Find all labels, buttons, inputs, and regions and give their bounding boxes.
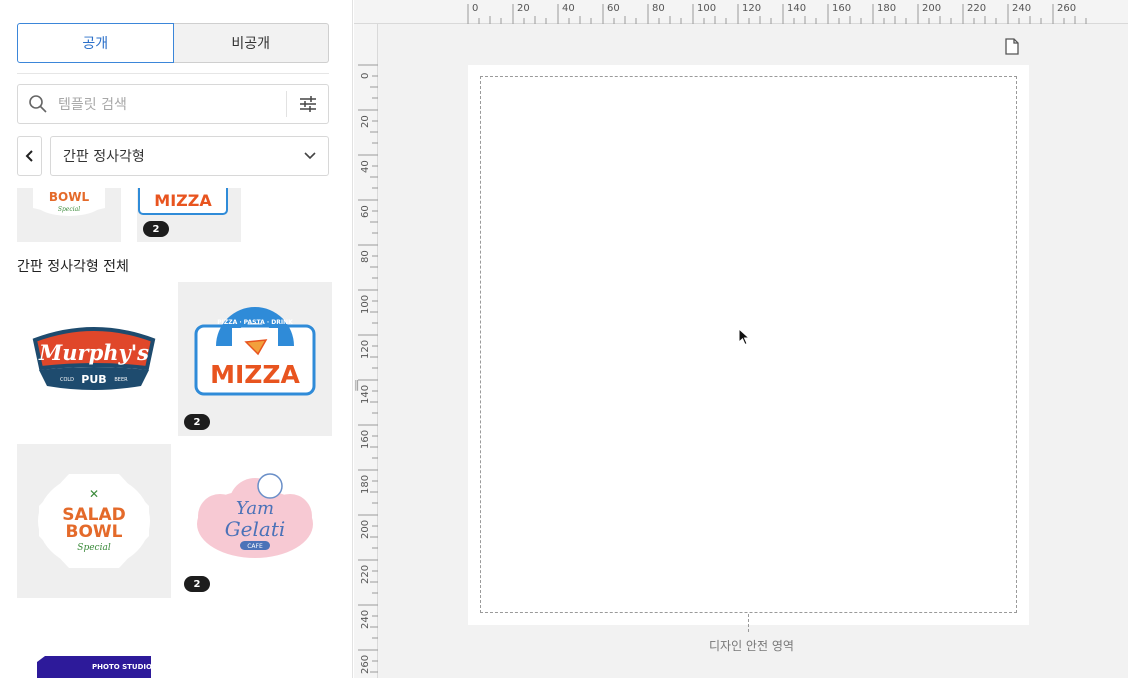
visibility-toggle: 공개 비공개 <box>17 23 329 63</box>
template-thumbnail[interactable]: Yam Gelati CAFE 2 <box>178 444 332 598</box>
ruler-tick-label: 20 <box>517 3 530 14</box>
ruler-tick-label: 260 <box>360 654 371 674</box>
mouse-cursor-icon <box>738 327 751 350</box>
ruler-tick-label: 220 <box>360 564 371 584</box>
safe-area-label: 디자인 안전 영역 <box>709 639 794 653</box>
template-panel: 공개 비공개 템플릿 검색 간판 정사각형 BOWL Special MIZZA… <box>0 0 353 678</box>
chevron-down-icon <box>304 152 316 160</box>
logo-text: COLD <box>60 377 74 383</box>
template-thumbnail[interactable]: MIZZA 2 <box>137 188 241 242</box>
template-thumbnail[interactable]: PIZZA · PASTA · DRINK MIZZA 2 <box>178 282 332 436</box>
ruler-tick-label: 40 <box>360 160 371 173</box>
ruler-tick-label: 220 <box>967 3 987 14</box>
section-title: 간판 정사각형 전체 <box>17 259 129 275</box>
ruler-tick-label: 60 <box>607 3 620 14</box>
ruler-tick-label: 20 <box>360 115 371 128</box>
panel-resize-handle[interactable]: ‖ <box>354 378 360 391</box>
template-search[interactable]: 템플릿 검색 <box>17 84 329 124</box>
ruler-tick-label: 200 <box>922 3 942 14</box>
logo-text: Murphy's <box>38 340 149 365</box>
ruler-tick-label: 60 <box>360 205 371 218</box>
logo-text: BEER <box>114 377 128 383</box>
ruler-tick-label: 240 <box>360 609 371 629</box>
ruler-tick-label: 260 <box>1057 3 1077 14</box>
logo-text: CAFE <box>247 543 263 550</box>
logo-text: PHOTO STUDIO <box>92 663 152 671</box>
ruler-tick-label: 120 <box>360 339 371 359</box>
ruler-tick-label: 80 <box>652 3 665 14</box>
ruler-tick-label: 240 <box>1012 3 1032 14</box>
ruler-tick-label: 160 <box>360 429 371 449</box>
ruler-horizontal: 0 20 40 60 80 100 120 140 160 180 200 22… <box>354 0 1128 24</box>
logo-text: MIZZA <box>210 360 300 389</box>
divider <box>17 73 329 74</box>
category-select-value: 간판 정사각형 <box>63 149 145 165</box>
ruler-tick-label: 140 <box>787 3 807 14</box>
search-input[interactable]: 템플릿 검색 <box>58 94 286 114</box>
template-thumbnail[interactable]: Murphy's COLD PUB BEER <box>17 282 171 436</box>
template-thumbnail[interactable]: BOWL Special <box>17 188 121 242</box>
ruler-tick-label: 40 <box>562 3 575 14</box>
category-select[interactable]: 간판 정사각형 <box>50 136 329 176</box>
logo-text: PIZZA · PASTA · DRINK <box>217 319 293 326</box>
chevron-left-icon <box>25 150 33 162</box>
ruler-tick-label: 200 <box>360 519 371 539</box>
logo-text: Gelati <box>225 517 286 541</box>
ruler-tick-label: 120 <box>742 3 762 14</box>
ruler-vertical: 0 20 40 60 80 100 120 140 160 180 200 22… <box>354 24 378 678</box>
logo-text: MIZZA <box>154 191 212 210</box>
ruler-tick-label: 180 <box>877 3 897 14</box>
logo-text: PUB <box>81 373 106 386</box>
ruler-tick-label: 80 <box>360 250 371 263</box>
tab-public[interactable]: 공개 <box>17 23 174 63</box>
page-count-badge: 2 <box>143 221 169 237</box>
ruler-tick-label: 100 <box>360 294 371 314</box>
filter-icon[interactable] <box>286 91 328 117</box>
logo-text: Yam <box>236 498 274 519</box>
template-thumbnail[interactable]: ✕ SALAD BOWL Special <box>17 444 171 598</box>
page-icon[interactable] <box>1005 38 1019 59</box>
ruler-tick-label: 140 <box>360 384 371 404</box>
ruler-tick-label: 100 <box>697 3 717 14</box>
ruler-tick-label: 180 <box>360 474 371 494</box>
logo-text: Special <box>58 206 80 213</box>
logo-text: BOWL <box>49 190 90 204</box>
logo-text: BOWL <box>66 522 123 542</box>
editor-app: 공개 비공개 템플릿 검색 간판 정사각형 BOWL Special MIZZA… <box>0 0 1128 678</box>
ruler-tick-label: 0 <box>472 3 479 14</box>
fork-icon: ✕ <box>89 487 99 501</box>
page-count-badge: 2 <box>184 414 210 430</box>
safe-area-connector <box>748 614 749 632</box>
logo-text: Special <box>77 543 111 553</box>
back-button[interactable] <box>17 136 42 176</box>
template-thumbnail[interactable]: PHOTO STUDIO <box>17 606 171 678</box>
search-icon <box>18 85 58 123</box>
page-count-badge: 2 <box>184 576 210 592</box>
canvas-workspace[interactable]: 0 20 40 60 80 100 120 140 160 180 200 22… <box>354 0 1128 678</box>
ruler-tick-label: 0 <box>360 72 371 79</box>
ruler-tick-label: 160 <box>832 3 852 14</box>
tab-private[interactable]: 비공개 <box>173 23 329 63</box>
